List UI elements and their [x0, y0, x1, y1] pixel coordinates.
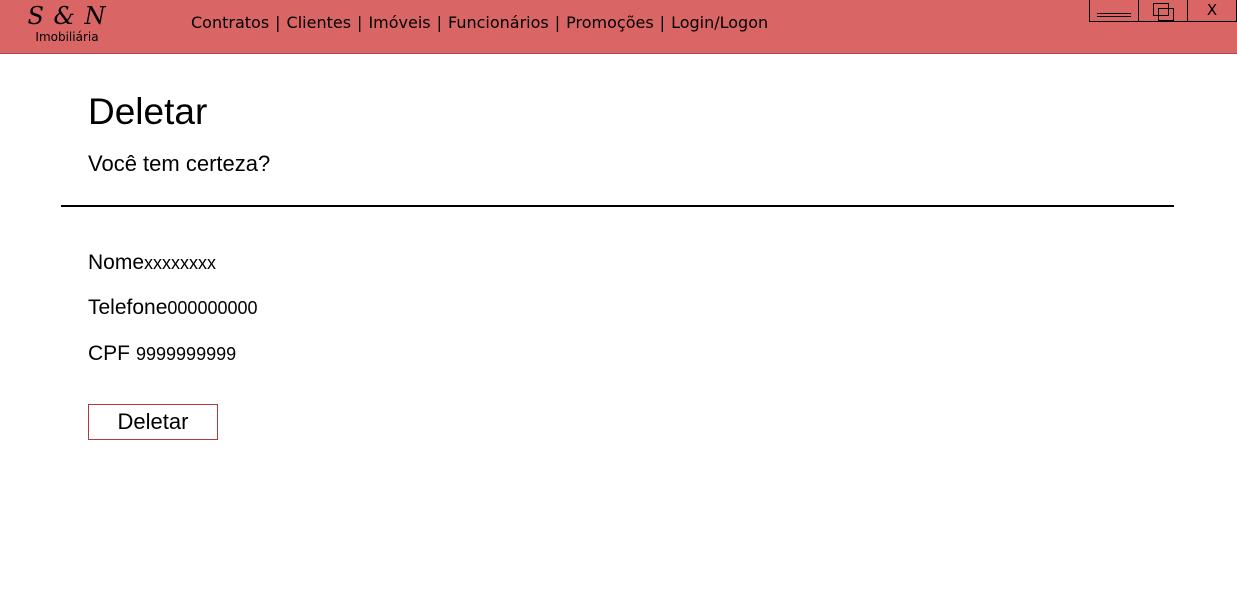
field-cpf-label: CPF: [88, 342, 130, 365]
brand[interactable]: S & N Imobiliária: [22, 2, 112, 44]
field-telefone-label: Telefone: [88, 296, 168, 319]
nav-separator: |: [357, 13, 363, 32]
field-nome-label: Nome: [88, 251, 145, 274]
close-icon: X: [1206, 1, 1218, 19]
field-telefone-value: 000000000: [167, 298, 258, 318]
restore-button[interactable]: [1138, 0, 1188, 22]
brand-subtitle: Imobiliária: [35, 30, 99, 44]
nav-clientes[interactable]: Clientes: [287, 13, 352, 32]
nav-promocoes[interactable]: Promoções: [566, 13, 654, 32]
minimize-button[interactable]: [1089, 0, 1139, 22]
window-controls: X: [1089, 0, 1237, 22]
divider: [61, 205, 1174, 207]
field-cpf-value: 9999999999: [136, 344, 237, 364]
nav-imoveis[interactable]: Imóveis: [368, 13, 430, 32]
delete-button[interactable]: Deletar: [88, 404, 218, 440]
field-nome-value: xxxxxxxx: [144, 253, 217, 273]
brand-logo: S & N: [27, 2, 107, 30]
nav-separator: |: [436, 13, 443, 32]
minimize-icon: [1097, 13, 1131, 17]
field-nome: Nomexxxxxxxx: [88, 250, 216, 276]
nav-separator: |: [275, 13, 281, 32]
nav-funcionarios[interactable]: Funcionários: [448, 13, 549, 32]
close-button[interactable]: X: [1187, 0, 1237, 22]
nav-separator: |: [659, 13, 666, 32]
main-nav: Contratos | Clientes | Imóveis | Funcionários |…: [191, 12, 768, 34]
field-cpf: CPF 9999999999: [88, 341, 236, 367]
nav-contratos[interactable]: Contratos: [191, 13, 269, 32]
page-title: Deletar: [88, 91, 208, 132]
top-bar: S & N Imobiliária Contratos | Clientes | Imó…: [0, 0, 1237, 54]
page-subtitle: Você tem certeza?: [88, 151, 271, 176]
nav-login[interactable]: Login/Logon: [671, 13, 768, 32]
field-telefone: Telefone000000000: [88, 295, 258, 321]
nav-separator: |: [554, 13, 561, 32]
